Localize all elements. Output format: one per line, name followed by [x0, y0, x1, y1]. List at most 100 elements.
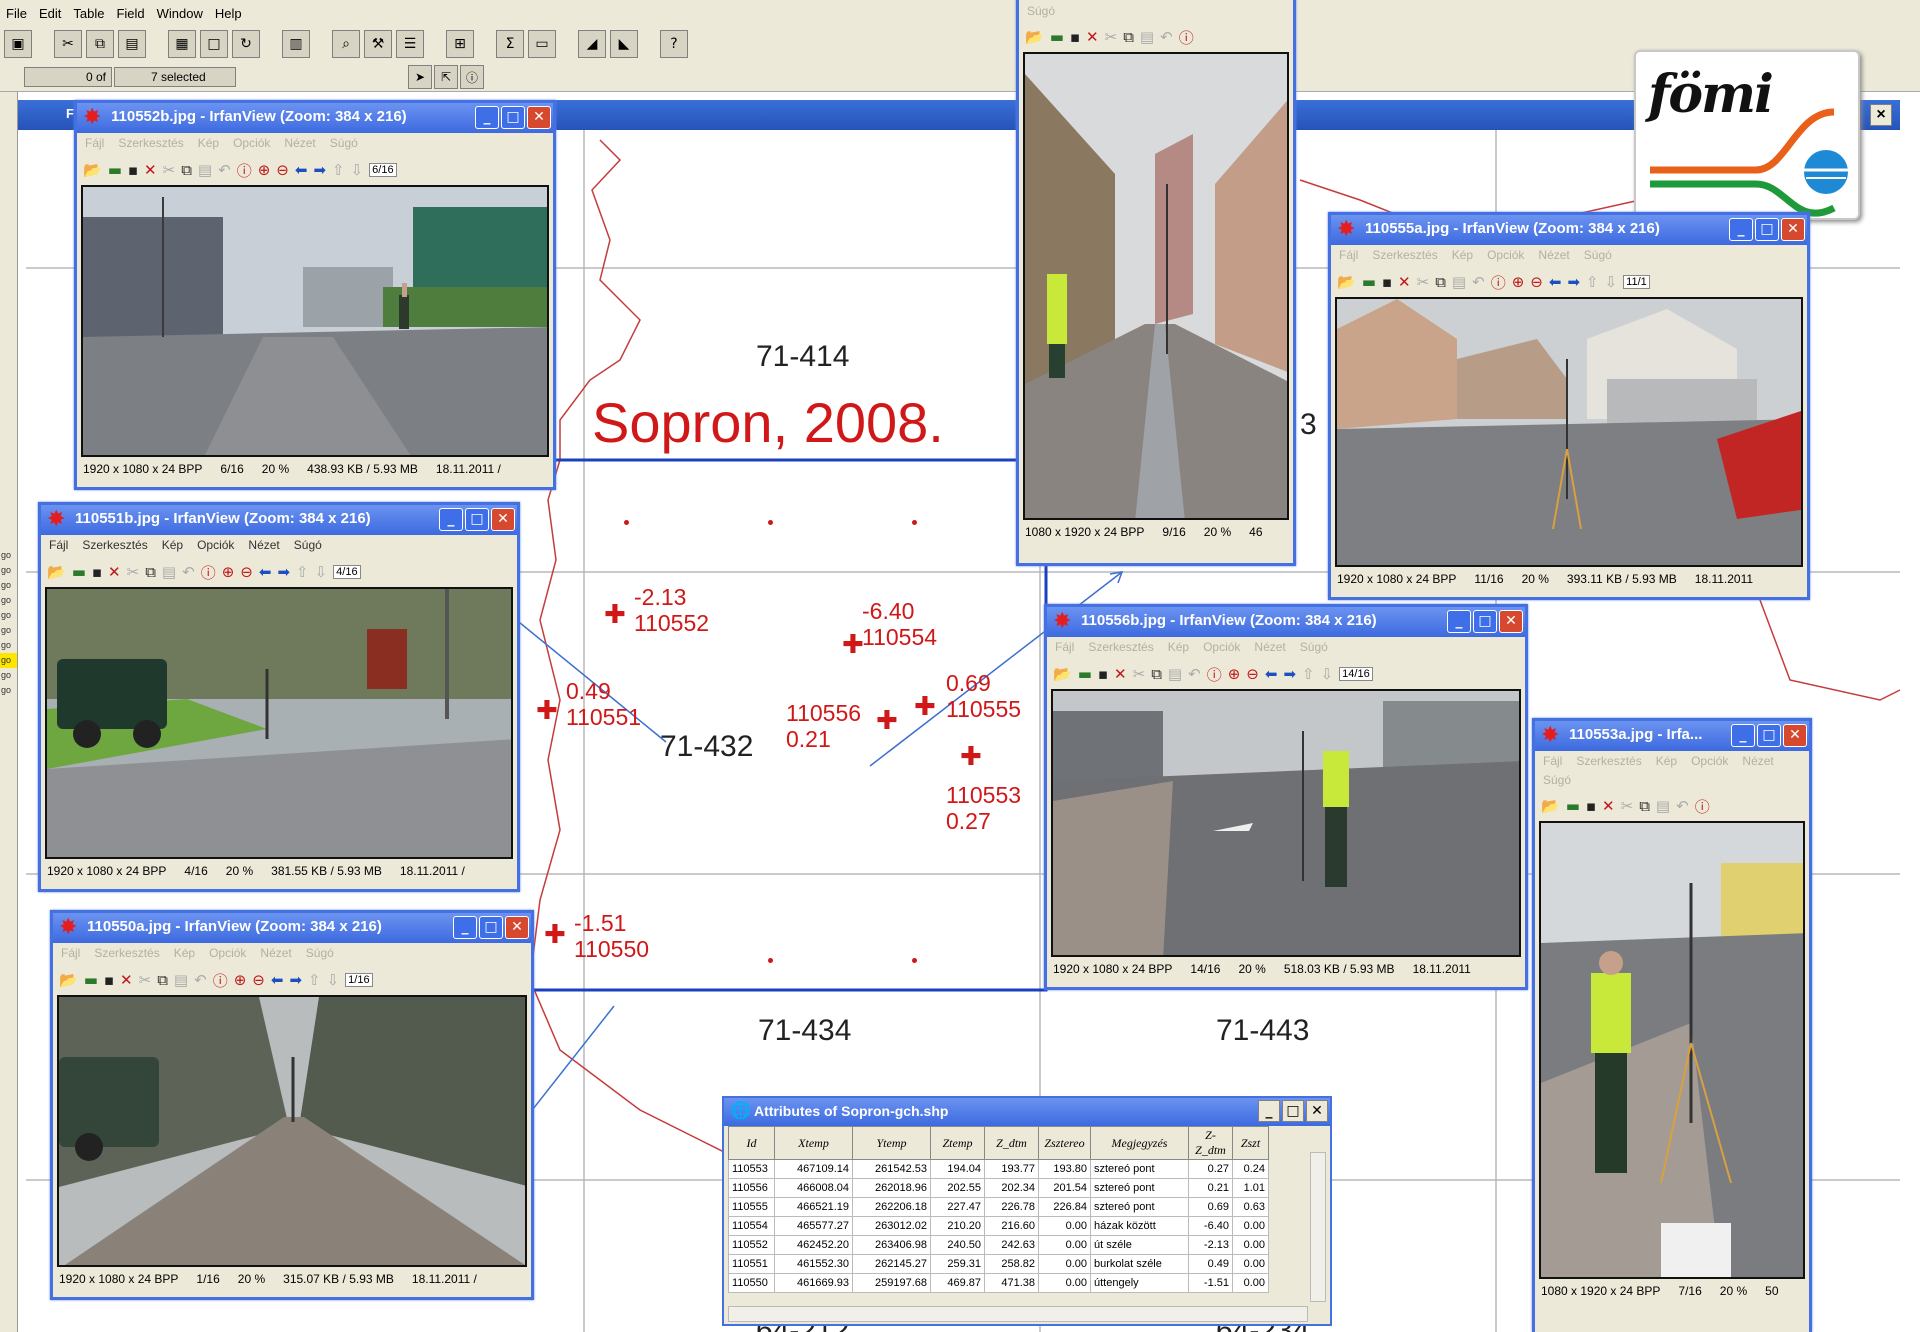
close-button[interactable]: ✕: [527, 106, 551, 129]
next-icon[interactable]: ➡: [277, 563, 290, 581]
zoom-in-icon[interactable]: ⊕: [234, 971, 247, 989]
up-icon[interactable]: ⇧: [1586, 273, 1599, 291]
delete-icon[interactable]: ✕: [120, 971, 133, 989]
menu-item[interactable]: Opciók: [197, 538, 234, 552]
minimize-button[interactable]: _: [1729, 218, 1753, 241]
menu-item[interactable]: Nézet: [1254, 640, 1285, 654]
point-marker[interactable]: ✚: [842, 632, 864, 658]
zoom-out-icon[interactable]: ⊖: [252, 971, 265, 989]
prev-icon[interactable]: ⬅: [1549, 273, 1562, 291]
cut-icon[interactable]: ✂: [163, 161, 176, 179]
point-marker[interactable]: ✚: [876, 708, 898, 734]
horizontal-scrollbar[interactable]: [728, 1306, 1308, 1322]
menu-item[interactable]: Kép: [198, 136, 219, 150]
save-icon[interactable]: ▪: [1586, 797, 1596, 815]
menu-item[interactable]: Fájl: [49, 538, 68, 552]
next-icon[interactable]: ➡: [1567, 273, 1580, 291]
window-title-bar[interactable]: ✸ 110550a.jpg - IrfanView (Zoom: 384 x 2…: [53, 913, 531, 943]
zoom-out-icon[interactable]: ⊖: [1246, 665, 1259, 683]
irfanview-window-110551[interactable]: ✸ 110551b.jpg - IrfanView (Zoom: 384 x 2…: [38, 502, 520, 892]
attributes-table[interactable]: Id Xtemp Ytemp Ztemp Z_dtm Zsztereo Megj…: [728, 1126, 1269, 1293]
minimize-button[interactable]: _: [1258, 1100, 1280, 1122]
open-icon[interactable]: 📂: [83, 161, 102, 179]
zoom-out-icon[interactable]: ⊖: [240, 563, 253, 581]
table-row[interactable]: 110550 461669.93 259197.68 469.87 471.38 0.00…: [728, 1273, 1269, 1293]
menu-item[interactable]: Fájl: [1339, 248, 1358, 262]
delete-icon[interactable]: ✕: [108, 563, 121, 581]
irfanview-window-portrait-top[interactable]: Súgó 📂 ▬ ▪ ✕ ✂ ⧉ ▤ ↶ ⓘ 1080 x 1920 x 24 BPP 9/16 2…: [1016, 0, 1296, 566]
open-icon[interactable]: 📂: [1053, 665, 1072, 683]
cut-icon[interactable]: ✂: [1417, 273, 1430, 291]
slideshow-icon[interactable]: ▬: [1566, 797, 1580, 815]
close-button[interactable]: ✕: [505, 916, 529, 939]
menu-item[interactable]: Nézet: [260, 946, 291, 960]
column-header[interactable]: Xtemp: [774, 1126, 853, 1160]
menu-item[interactable]: Opciók: [1691, 754, 1728, 768]
cut-icon[interactable]: ✂: [1105, 28, 1118, 46]
info-icon[interactable]: ⓘ: [1179, 27, 1194, 48]
prev-icon[interactable]: ⬅: [259, 563, 272, 581]
point-marker[interactable]: ✚: [960, 744, 982, 770]
info-icon[interactable]: ⓘ: [1491, 272, 1506, 293]
undo-icon[interactable]: ↶: [1676, 797, 1689, 815]
copy-icon[interactable]: ⧉: [1435, 273, 1446, 291]
menu-item[interactable]: Fájl: [61, 946, 80, 960]
point-marker[interactable]: ✚: [914, 694, 936, 720]
menu-item[interactable]: Opciók: [1487, 248, 1524, 262]
slideshow-icon[interactable]: ▬: [1078, 665, 1092, 683]
info-icon[interactable]: ⓘ: [1207, 664, 1222, 685]
save-icon[interactable]: ▪: [104, 971, 114, 989]
prev-icon[interactable]: ⬅: [295, 161, 308, 179]
point-marker[interactable]: ✚: [544, 922, 566, 948]
menu-item[interactable]: Súgó: [306, 946, 334, 960]
column-header[interactable]: Megjegyzés: [1090, 1126, 1189, 1160]
undo-icon[interactable]: ↶: [1188, 665, 1201, 683]
attributes-title-bar[interactable]: 🌐 Attributes of Sopron-gch.shp _ □ ✕: [724, 1098, 1330, 1126]
paste-icon[interactable]: ▤: [1656, 797, 1670, 815]
slideshow-icon[interactable]: ▬: [84, 971, 98, 989]
column-header[interactable]: Zszt: [1232, 1126, 1269, 1160]
menu-item[interactable]: Súgó: [330, 136, 358, 150]
menu-item[interactable]: Szerkesztés: [94, 946, 159, 960]
save-icon[interactable]: ▪: [128, 161, 138, 179]
open-icon[interactable]: 📂: [1541, 797, 1560, 815]
window-title-bar[interactable]: ✸ 110553a.jpg - Irfa... _ □ ✕: [1535, 721, 1809, 751]
copy-icon[interactable]: ⧉: [145, 563, 156, 581]
menu-item[interactable]: Súgó: [1300, 640, 1328, 654]
irfanview-window-110555[interactable]: ✸ 110555a.jpg - IrfanView (Zoom: 384 x 2…: [1328, 212, 1810, 600]
close-button[interactable]: ✕: [1781, 218, 1805, 241]
slideshow-icon[interactable]: ▬: [1362, 273, 1376, 291]
menu-item[interactable]: Szerkesztés: [82, 538, 147, 552]
slideshow-icon[interactable]: ▬: [72, 563, 86, 581]
menu-item[interactable]: Kép: [1656, 754, 1677, 768]
menu-item[interactable]: Opciók: [233, 136, 270, 150]
minimize-button[interactable]: _: [475, 106, 499, 129]
maximize-button[interactable]: □: [1282, 1100, 1304, 1122]
cut-icon[interactable]: ✂: [1133, 665, 1146, 683]
irfanview-window-110556[interactable]: ✸ 110556b.jpg - IrfanView (Zoom: 384 x 2…: [1044, 604, 1528, 990]
save-icon[interactable]: ▪: [1070, 28, 1080, 46]
slideshow-icon[interactable]: ▬: [108, 161, 122, 179]
menu-item[interactable]: Kép: [1168, 640, 1189, 654]
paste-icon[interactable]: ▤: [162, 563, 176, 581]
next-icon[interactable]: ➡: [313, 161, 326, 179]
column-header[interactable]: Id: [728, 1126, 775, 1160]
up-icon[interactable]: ⇧: [296, 563, 309, 581]
column-header[interactable]: Z_dtm: [984, 1126, 1039, 1160]
delete-icon[interactable]: ✕: [1086, 28, 1099, 46]
column-header[interactable]: Ztemp: [930, 1126, 985, 1160]
column-header[interactable]: Z-Z_dtm: [1188, 1126, 1233, 1160]
minimize-button[interactable]: _: [439, 508, 463, 531]
down-icon[interactable]: ⇩: [351, 161, 364, 179]
point-marker[interactable]: ✚: [604, 602, 626, 628]
close-button[interactable]: ✕: [491, 508, 515, 531]
zoom-out-icon[interactable]: ⊖: [1530, 273, 1543, 291]
open-icon[interactable]: 📂: [1025, 28, 1044, 46]
window-title-bar[interactable]: ✸ 110552b.jpg - IrfanView (Zoom: 384 x 2…: [77, 103, 553, 133]
info-icon[interactable]: ⓘ: [201, 562, 216, 583]
save-icon[interactable]: ▪: [1098, 665, 1108, 683]
zoom-in-icon[interactable]: ⊕: [258, 161, 271, 179]
table-row[interactable]: 110552 462452.20 263406.98 240.50 242.63 0.00…: [728, 1235, 1269, 1255]
prev-icon[interactable]: ⬅: [1265, 665, 1278, 683]
prev-icon[interactable]: ⬅: [271, 971, 284, 989]
